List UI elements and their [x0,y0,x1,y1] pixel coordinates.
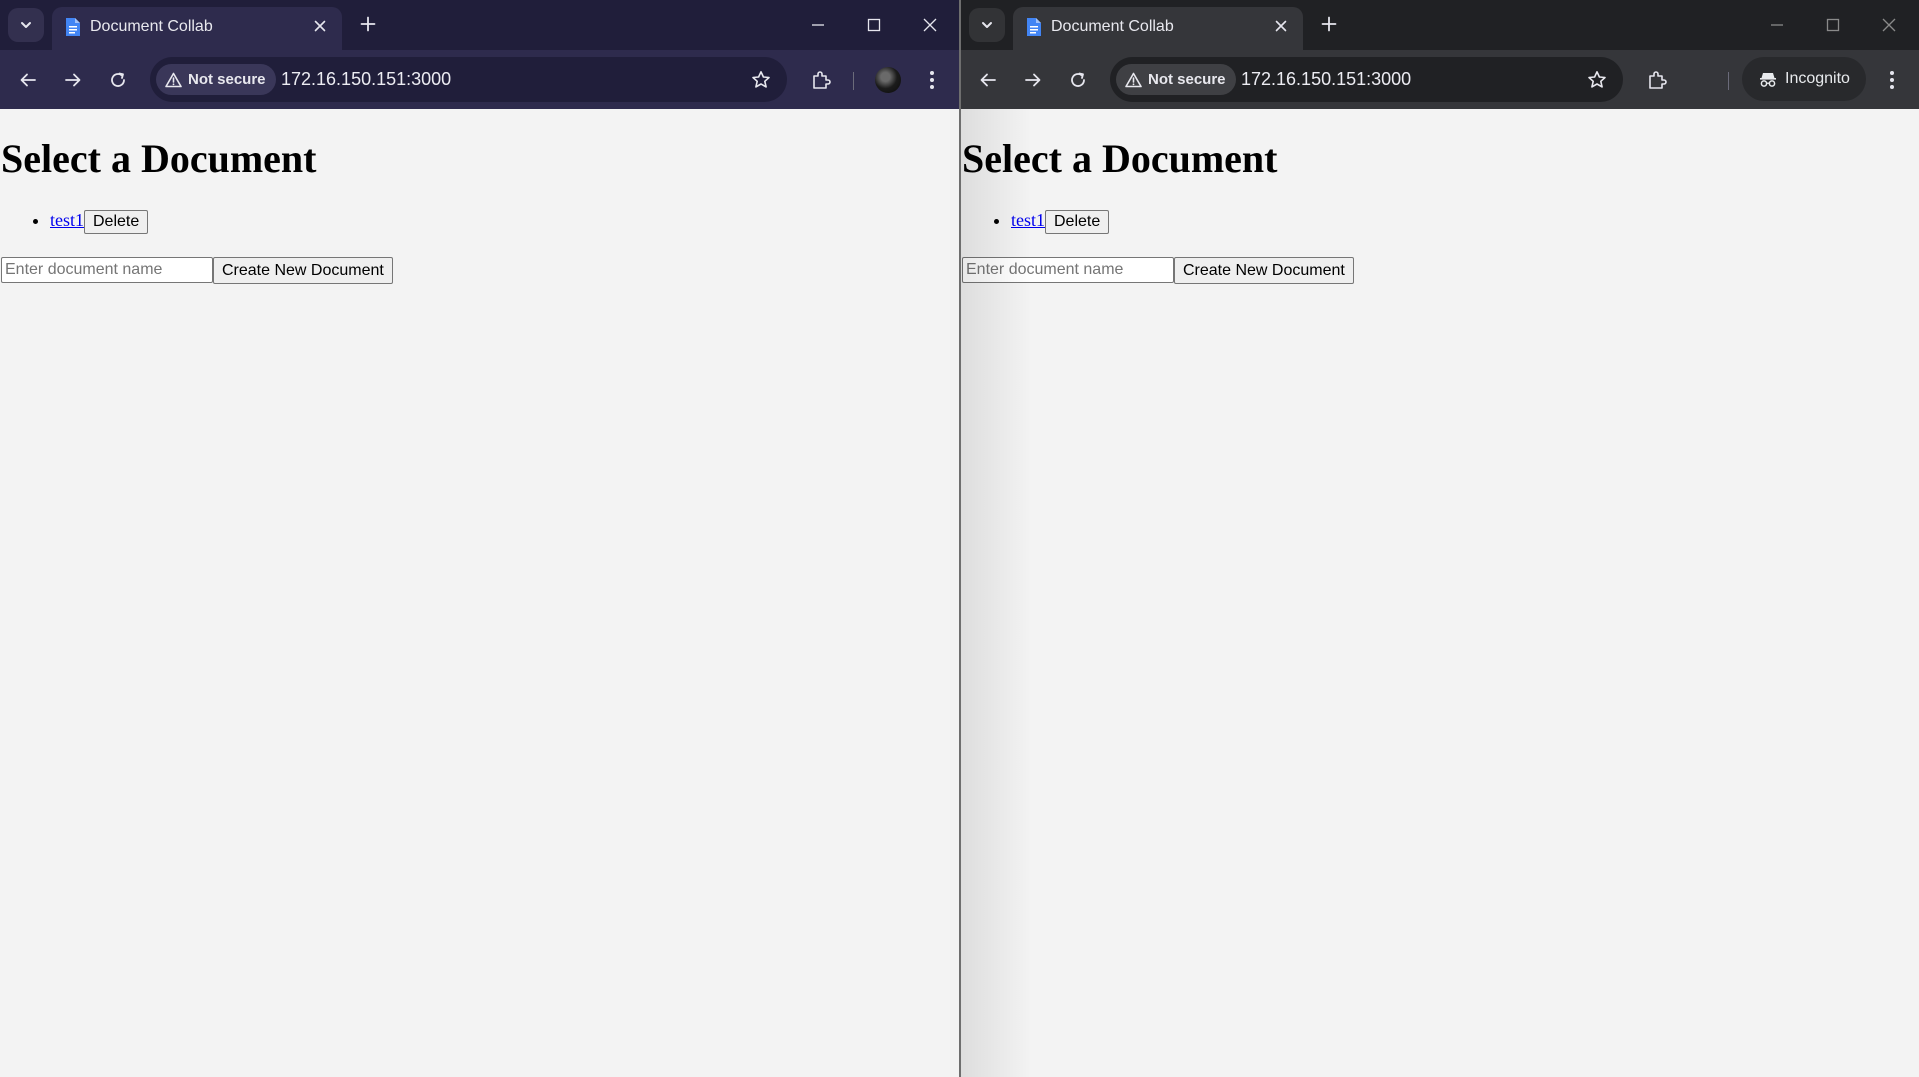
address-bar[interactable]: Not secure 172.16.150.151:3000 [150,57,787,102]
list-item: test1Delete [1011,206,1110,234]
more-vert-icon [930,71,934,89]
forward-button[interactable] [1015,62,1051,98]
tab-strip: Document Collab [961,0,1919,50]
delete-button[interactable]: Delete [1045,210,1110,234]
menu-button[interactable] [914,62,950,98]
page-title: Select a Document [962,136,1278,181]
close-tab-icon[interactable] [310,16,330,36]
maximize-icon [867,18,881,32]
tab-document-collab[interactable]: Document Collab [52,7,342,50]
tab-title: Document Collab [90,18,213,35]
arrow-left-icon [980,73,996,87]
extensions-button[interactable] [803,62,839,98]
tab-search-button[interactable] [8,8,44,42]
arrow-right-icon [65,73,81,87]
reload-button[interactable] [100,62,136,98]
minimize-icon [1771,24,1783,26]
maximize-button[interactable] [1805,0,1861,50]
menu-button[interactable] [1874,62,1910,98]
browser-window-left: Document Collab Not secure 172.16.150.15… [0,0,960,1077]
security-label: Not secure [188,71,266,88]
tab-strip: Document Collab [0,0,960,50]
document-list: test1Delete [0,206,149,234]
browser-toolbar: Not secure 172.16.150.151:3000 [0,50,960,109]
create-document-button[interactable]: Create New Document [213,257,393,284]
bookmark-star-icon[interactable] [749,68,773,92]
bookmark-star-icon[interactable] [1585,68,1609,92]
maximize-icon [1826,18,1840,32]
back-button[interactable] [10,62,46,98]
more-vert-icon [1890,71,1894,89]
url-text[interactable]: 172.16.150.151:3000 [281,69,451,90]
chevron-down-icon [982,22,992,28]
arrow-right-icon [1025,73,1041,87]
close-tab-icon[interactable] [1271,16,1291,36]
tab-document-collab[interactable]: Document Collab [1013,7,1303,50]
close-icon [923,18,937,32]
forward-button[interactable] [55,62,91,98]
site-info-chip[interactable]: Not secure [1116,64,1236,95]
incognito-label: Incognito [1785,70,1850,87]
new-tab-button[interactable] [1313,8,1345,40]
page-content: Select a Document test1Delete Create New… [0,109,960,1077]
minimize-icon [812,24,824,26]
list-item: test1Delete [50,206,149,234]
new-tab-button[interactable] [352,8,384,40]
close-icon [1882,18,1896,32]
security-label: Not secure [1148,71,1226,88]
incognito-icon [1760,73,1776,87]
warning-icon [165,72,182,87]
page-title: Select a Document [1,136,317,181]
chevron-down-icon [21,22,31,28]
reload-button[interactable] [1060,62,1096,98]
create-document-button[interactable]: Create New Document [1174,257,1354,284]
puzzle-icon [813,71,831,89]
toolbar-separator [1728,72,1729,90]
site-info-chip[interactable]: Not secure [156,64,276,95]
close-window-button[interactable] [1861,0,1917,50]
page-content: Select a Document test1Delete Create New… [961,109,1919,1077]
profile-avatar[interactable] [875,67,901,93]
document-list: test1Delete [961,206,1110,234]
document-name-input[interactable] [1,257,213,283]
reload-icon [1071,72,1085,87]
url-text[interactable]: 172.16.150.151:3000 [1241,69,1411,90]
puzzle-icon [1649,71,1667,89]
document-name-input[interactable] [962,257,1174,283]
arrow-left-icon [20,73,36,87]
close-window-button[interactable] [902,0,958,50]
document-link[interactable]: test1 [1011,210,1045,230]
delete-button[interactable]: Delete [84,210,149,234]
minimize-button[interactable] [790,0,846,50]
document-link[interactable]: test1 [50,210,84,230]
tab-title: Document Collab [1051,18,1174,35]
plus-icon [1321,16,1337,32]
minimize-button[interactable] [1749,0,1805,50]
browser-toolbar: Not secure 172.16.150.151:3000 Incognito [961,50,1919,109]
docs-icon [64,16,82,38]
address-bar[interactable]: Not secure 172.16.150.151:3000 [1110,57,1623,102]
incognito-chip[interactable]: Incognito [1742,57,1866,101]
back-button[interactable] [970,62,1006,98]
plus-icon [360,16,376,32]
tab-search-button[interactable] [969,8,1005,42]
toolbar-separator [853,72,854,90]
maximize-button[interactable] [846,0,902,50]
reload-icon [111,72,125,87]
warning-icon [1125,72,1142,87]
browser-window-right: Document Collab Not secure 172.16.150.15… [961,0,1919,1077]
docs-icon [1025,16,1043,38]
extensions-button[interactable] [1639,62,1675,98]
